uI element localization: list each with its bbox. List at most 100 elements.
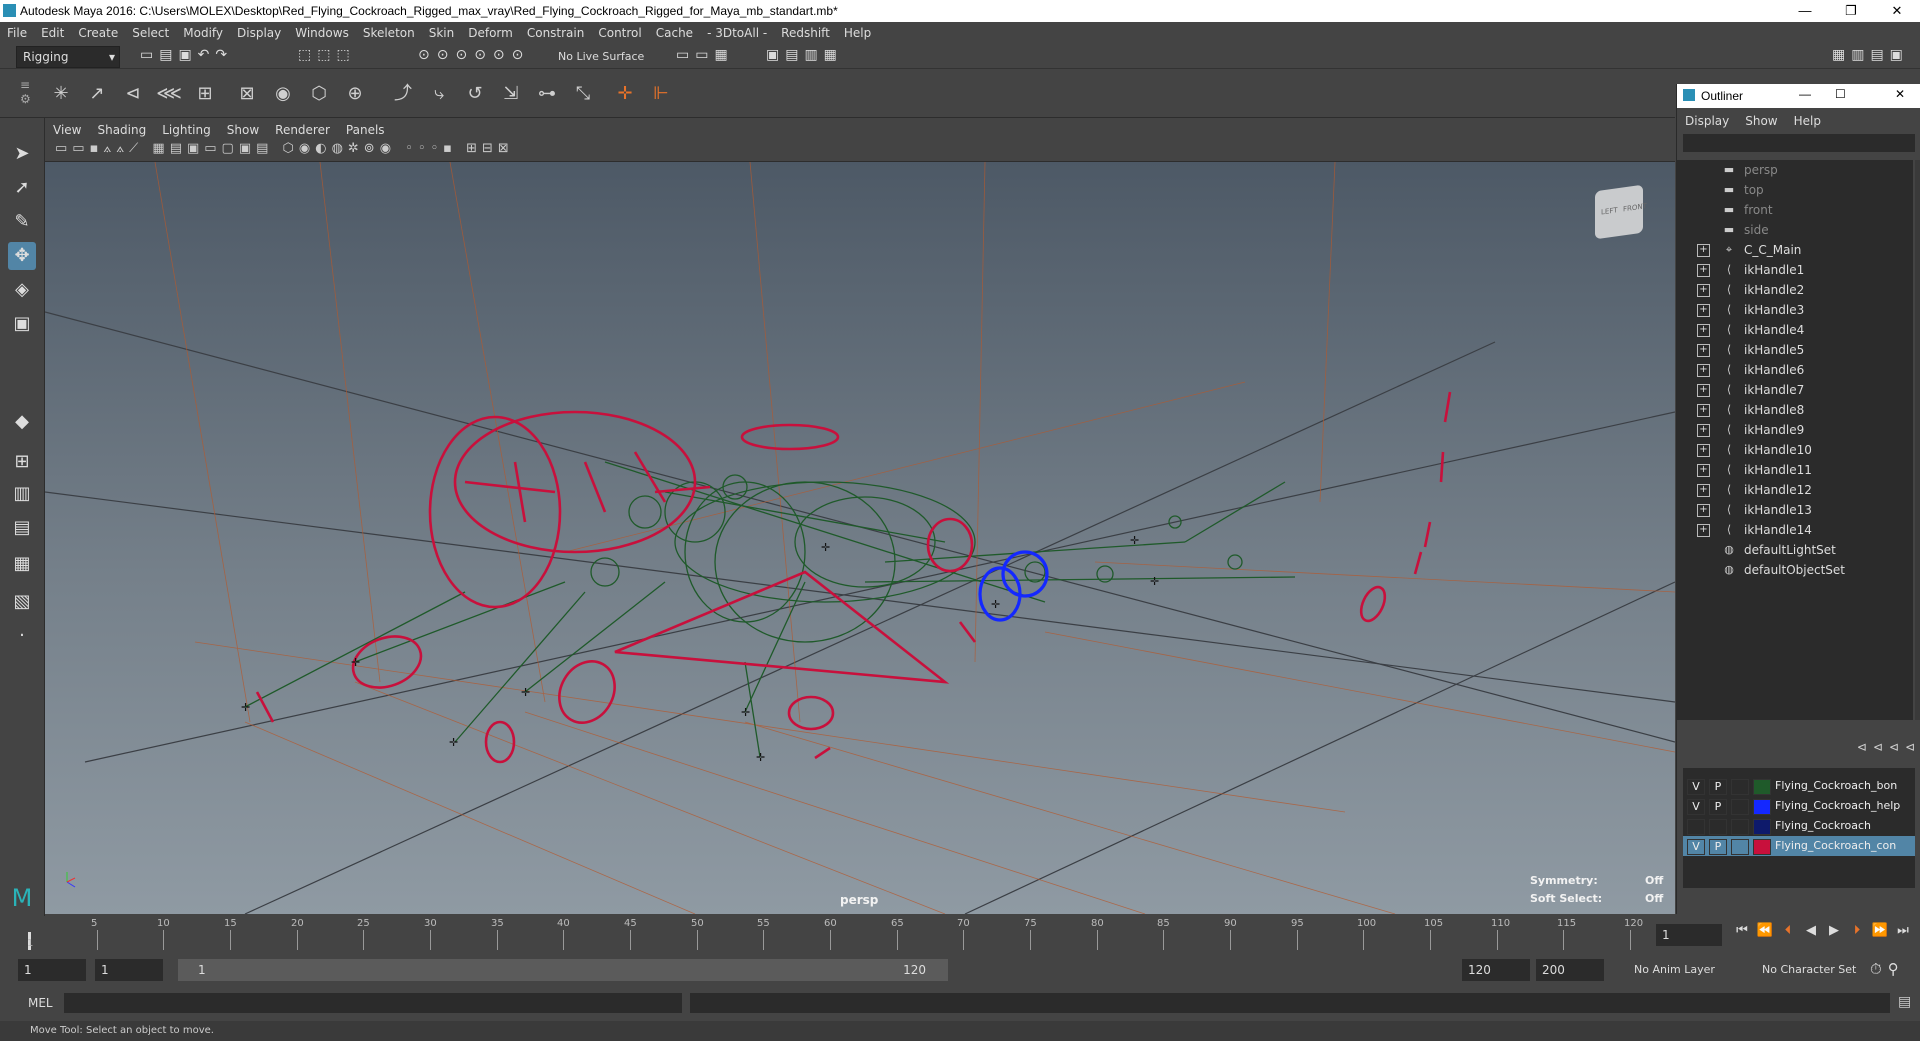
outliner-item[interactable]: ▬ top — [1677, 180, 1913, 200]
expand-icon[interactable]: + — [1697, 284, 1710, 297]
time-slider[interactable]: 5 10 15 20 25 30 35 40 45 50 55 60 65 70 75 80 85 90 95 100… — [0, 916, 1920, 952]
outliner-item[interactable]: ▬ persp — [1677, 160, 1913, 180]
locator-icon[interactable]: ✛ — [612, 81, 638, 107]
outliner-item[interactable]: ▬ side — [1677, 220, 1913, 240]
layer-visibility-toggle[interactable]: V — [1687, 799, 1705, 815]
layout-icon-4[interactable]: ▧ — [8, 588, 36, 616]
expand-icon[interactable]: + — [1697, 444, 1710, 457]
start-time-field[interactable]: 1 — [18, 959, 86, 981]
expand-icon[interactable]: + — [1697, 504, 1710, 517]
scale-constraint-icon[interactable]: ⇲ — [498, 81, 524, 107]
expand-icon[interactable]: + — [1697, 244, 1710, 257]
layout-icon-2[interactable]: ▤ — [8, 514, 36, 542]
shelf-settings-icon[interactable]: ≡ ⚙ — [20, 78, 31, 106]
single-view-icon[interactable]: ◆ — [8, 408, 36, 436]
expand-icon[interactable]: + — [1697, 324, 1710, 337]
panel-menu-renderer[interactable]: Renderer — [267, 121, 338, 139]
layer-display-type[interactable] — [1731, 839, 1749, 855]
snap-icons[interactable]: ⊙⊙⊙⊙⊙⊙ — [418, 47, 530, 63]
outliner-item[interactable]: + ⟨ ikHandle13 — [1677, 500, 1913, 520]
ik-spline-icon[interactable]: ⊲ — [120, 81, 146, 107]
layer-visibility-toggle[interactable]: V — [1687, 779, 1705, 795]
panel-menu-panels[interactable]: Panels — [338, 121, 393, 139]
end-time-field[interactable]: 200 — [1536, 959, 1604, 981]
panel-toolbar-icons[interactable]: ▭▭▪⟑⟑⟋ ▦▤▣▭▢▣▤ ⬡◉◐◍✲⊚◉ ◦◦◦▪ ⊞⊟⊠ — [55, 141, 514, 156]
menu-edit[interactable]: Edit — [34, 22, 71, 44]
aim-constraint-icon[interactable]: ⤷ — [426, 81, 452, 107]
point-constraint-icon[interactable]: ⤴ — [390, 81, 416, 107]
layer-color-swatch[interactable] — [1753, 819, 1771, 835]
outliner-item[interactable]: + ⟨ ikHandle8 — [1677, 400, 1913, 420]
play-forwards-icon[interactable]: ▶ — [1825, 922, 1843, 940]
layer-color-swatch[interactable] — [1753, 779, 1771, 795]
expand-icon[interactable]: + — [1697, 524, 1710, 537]
outliner-item[interactable]: + ⟨ ikHandle3 — [1677, 300, 1913, 320]
outliner-item[interactable]: + ⟨ ikHandle6 — [1677, 360, 1913, 380]
display-layer-row[interactable]: Flying_Cockroach — [1683, 816, 1915, 836]
menu-cache[interactable]: Cache — [649, 22, 700, 44]
lattice-icon[interactable]: ⬡ — [306, 81, 332, 107]
outliner-search-input[interactable] — [1683, 134, 1915, 152]
outliner-menu-help[interactable]: Help — [1786, 112, 1829, 130]
script-editor-icon[interactable]: ▤ — [1898, 994, 1911, 1010]
render-icons[interactable]: ▭▭▦ — [676, 47, 734, 63]
command-input[interactable] — [64, 993, 682, 1013]
render-view-icons[interactable]: ▣▤▥▦ — [766, 47, 843, 63]
minimize-button[interactable]: — — [1782, 0, 1828, 22]
layer-color-swatch[interactable] — [1753, 799, 1771, 815]
display-layer-row[interactable]: V P Flying_Cockroach_bon — [1683, 776, 1915, 796]
scale-tool-icon[interactable]: ▣ — [8, 310, 36, 338]
panel-menu-view[interactable]: View — [45, 121, 89, 139]
display-layer-row[interactable]: V P Flying_Cockroach_con — [1683, 836, 1915, 856]
outliner-item[interactable]: + ⟨ ikHandle14 — [1677, 520, 1913, 540]
ik-handle-icon[interactable]: ↗ — [84, 81, 110, 107]
menu-deform[interactable]: Deform — [461, 22, 520, 44]
restore-button[interactable]: ❐ — [1828, 0, 1874, 22]
anim-layer-dropdown[interactable]: No Anim Layer — [1634, 963, 1715, 976]
display-layer-row[interactable]: V P Flying_Cockroach_help — [1683, 796, 1915, 816]
lasso-tool-icon[interactable]: ➚ — [8, 174, 36, 202]
menu-redshift[interactable]: Redshift — [774, 22, 837, 44]
range-slider[interactable]: 1 120 — [178, 959, 948, 981]
auto-key-icons[interactable]: ⏱⚲ — [1870, 960, 1905, 978]
expand-icon[interactable]: + — [1697, 464, 1710, 477]
layer-color-swatch[interactable] — [1753, 839, 1771, 855]
outliner-item[interactable]: + ⟨ ikHandle10 — [1677, 440, 1913, 460]
menu-select[interactable]: Select — [125, 22, 176, 44]
go-to-end-icon[interactable]: ⏭ — [1894, 922, 1912, 940]
command-language-label[interactable]: MEL — [28, 996, 53, 1010]
menu-3dtoall[interactable]: - 3DtoAll - — [700, 22, 774, 44]
layer-playback-toggle[interactable]: P — [1709, 779, 1727, 795]
insert-joint-icon[interactable]: ⋘ — [156, 81, 182, 107]
menu-set-dropdown[interactable]: Rigging ▾ — [16, 46, 120, 68]
panel-toggle-icons[interactable]: ▦▥▤▣ — [1832, 47, 1909, 63]
parent-constraint-icon[interactable]: ⊶ — [534, 81, 560, 107]
menu-create[interactable]: Create — [71, 22, 125, 44]
viewport-persp[interactable]: ✛ ✛ ✛ ✛ ✛ ✛ ✛ ✛ ✛ ✛ LEFT FRONT persp Sym… — [45, 162, 1675, 914]
expand-icon[interactable]: + — [1697, 404, 1710, 417]
pole-vector-icon[interactable]: ⤡ — [570, 81, 596, 107]
layer-toolbar-icons[interactable]: ⊲⊲⊲⊲ — [1677, 740, 1920, 762]
outliner-scrollbar[interactable] — [1915, 160, 1920, 720]
step-forward-frame-icon[interactable]: ⏵ — [1848, 922, 1866, 940]
expand-icon[interactable]: + — [1697, 384, 1710, 397]
cluster-icon[interactable]: ⊕ — [342, 81, 368, 107]
expand-icon[interactable]: + — [1697, 364, 1710, 377]
menu-display[interactable]: Display — [230, 22, 288, 44]
menu-control[interactable]: Control — [591, 22, 648, 44]
expand-icon[interactable]: + — [1697, 484, 1710, 497]
ik-fk-switch-icon[interactable]: ⊩ — [648, 81, 674, 107]
step-forward-key-icon[interactable]: ⏩ — [1871, 922, 1889, 940]
menu-skeleton[interactable]: Skeleton — [356, 22, 422, 44]
layer-playback-toggle[interactable] — [1709, 819, 1727, 835]
panel-menu-show[interactable]: Show — [219, 121, 267, 139]
outliner-item[interactable]: ▬ front — [1677, 200, 1913, 220]
expand-icon[interactable]: + — [1697, 304, 1710, 317]
menu-modify[interactable]: Modify — [176, 22, 230, 44]
outliner-item[interactable]: ◍ defaultLightSet — [1677, 540, 1913, 560]
menu-constrain[interactable]: Constrain — [520, 22, 592, 44]
outliner-item[interactable]: + ⟨ ikHandle7 — [1677, 380, 1913, 400]
live-surface-field[interactable]: No Live Surface — [558, 50, 644, 63]
expand-icon[interactable]: + — [1697, 344, 1710, 357]
menu-file[interactable]: File — [0, 22, 34, 44]
